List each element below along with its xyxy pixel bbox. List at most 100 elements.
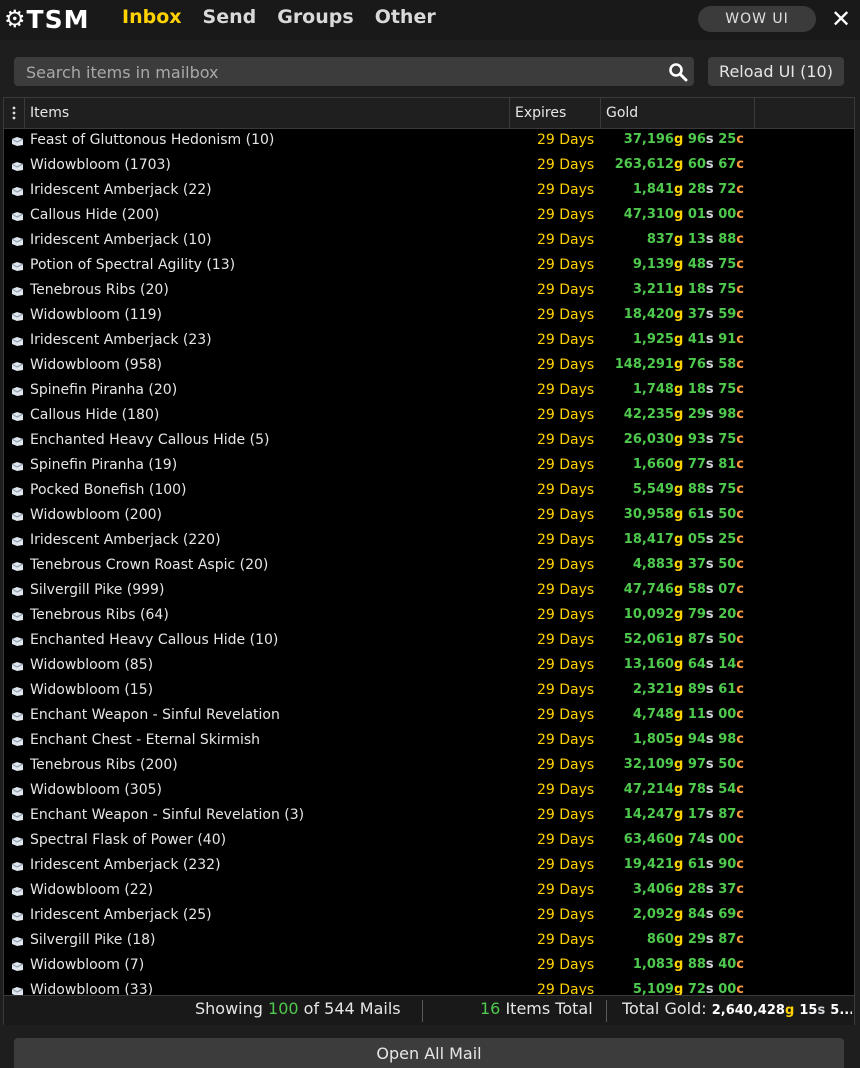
- envelope-icon: [11, 312, 24, 321]
- table-row[interactable]: Enchanted Heavy Callous Hide (10) 29 Days…: [4, 629, 854, 654]
- table-row[interactable]: Callous Hide (180) 29 Days 42,235g 29s 98c: [4, 404, 854, 429]
- table-row[interactable]: Spinefin Piranha (20) 29 Days 1,748g 18s 7…: [4, 379, 854, 404]
- item-name: Callous Hide (200): [30, 207, 160, 223]
- copper-unit: c: [736, 532, 744, 547]
- silver-unit: s: [705, 682, 714, 697]
- silver-unit: s: [705, 632, 714, 647]
- search-icon[interactable]: [668, 62, 688, 82]
- table-row[interactable]: Widowbloom (85) 29 Days 13,160g 64s 14c: [4, 654, 854, 679]
- table-row[interactable]: Silvergill Pike (18) 29 Days 860g 29s 87c: [4, 929, 854, 954]
- open-all-mail-button[interactable]: Open All Mail: [14, 1038, 844, 1068]
- silver-unit: s: [705, 932, 714, 947]
- copper-unit: c: [736, 607, 744, 622]
- copper-unit: c: [736, 232, 744, 247]
- copper-amount: 50: [718, 557, 737, 572]
- copper-amount: 50: [718, 632, 737, 647]
- table-row[interactable]: Feast of Gluttonous Hedonism (10) 29 Days…: [4, 129, 854, 154]
- gold-amount: 42,235: [623, 407, 674, 422]
- table-row[interactable]: Enchant Weapon - Sinful Revelation (3) 29…: [4, 804, 854, 829]
- table-row[interactable]: Iridescent Amberjack (25) 29 Days 2,092g 8…: [4, 904, 854, 929]
- wow-ui-button[interactable]: WOW UI: [698, 6, 816, 32]
- item-name: Pocked Bonefish (100): [30, 482, 187, 498]
- gold-value: 1,925g 41s 91c: [633, 332, 744, 347]
- table-row[interactable]: Iridescent Amberjack (232) 29 Days 19,421g…: [4, 854, 854, 879]
- envelope-icon: [11, 612, 24, 621]
- copper-amount: 81: [718, 457, 737, 472]
- gold-amount: 13,160: [623, 657, 674, 672]
- table-row[interactable]: Widowbloom (33) 29 Days 5,109g 72s 00c: [4, 979, 854, 995]
- envelope-icon: [11, 737, 24, 746]
- expires-value: 29 Days: [537, 807, 595, 823]
- tab-groups[interactable]: Groups: [277, 6, 353, 28]
- copper-amount: 00: [718, 707, 737, 722]
- column-menu-button[interactable]: [4, 98, 25, 128]
- tsm-logo: ⚙ TSM: [4, 4, 89, 34]
- gold-unit: g: [673, 957, 684, 972]
- tab-inbox[interactable]: Inbox: [122, 6, 182, 28]
- column-header-expires[interactable]: Expires: [510, 98, 601, 128]
- silver-amount: 28: [687, 882, 706, 897]
- table-row[interactable]: Enchanted Heavy Callous Hide (5) 29 Days 2…: [4, 429, 854, 454]
- table-row[interactable]: Widowbloom (305) 29 Days 47,214g 78s 54c: [4, 779, 854, 804]
- table-row[interactable]: Potion of Spectral Agility (13) 29 Days 9,…: [4, 254, 854, 279]
- gold-value: 18,417g 05s 25c: [624, 532, 744, 547]
- gold-amount: 1,805: [632, 732, 674, 747]
- gold-value: 2,092g 84s 69c: [633, 907, 744, 922]
- expires-value: 29 Days: [537, 207, 595, 223]
- table-row[interactable]: Callous Hide (200) 29 Days 47,310g 01s 00c: [4, 204, 854, 229]
- table-row[interactable]: Iridescent Amberjack (220) 29 Days 18,417g…: [4, 529, 854, 554]
- envelope-icon: [11, 637, 24, 646]
- table-row[interactable]: Iridescent Amberjack (10) 29 Days 837g 13s…: [4, 229, 854, 254]
- table-row[interactable]: Silvergill Pike (999) 29 Days 47,746g 58s …: [4, 579, 854, 604]
- gold-unit: g: [673, 432, 684, 447]
- table-row[interactable]: Spinefin Piranha (19) 29 Days 1,660g 77s 8…: [4, 454, 854, 479]
- table-row[interactable]: Enchant Chest - Eternal Skirmish 29 Days 1…: [4, 729, 854, 754]
- footer-divider: [422, 1000, 423, 1022]
- table-row[interactable]: Iridescent Amberjack (22) 29 Days 1,841g 2…: [4, 179, 854, 204]
- silver-unit: s: [705, 407, 714, 422]
- table-row[interactable]: Widowbloom (22) 29 Days 3,406g 28s 37c: [4, 879, 854, 904]
- table-row[interactable]: Widowbloom (119) 29 Days 18,420g 37s 59c: [4, 304, 854, 329]
- table-row[interactable]: Tenebrous Ribs (20) 29 Days 3,211g 18s 75c: [4, 279, 854, 304]
- envelope-icon: [11, 212, 24, 221]
- tab-other[interactable]: Other: [375, 6, 436, 28]
- copper-unit: c: [736, 857, 744, 872]
- table-row[interactable]: Tenebrous Ribs (64) 29 Days 10,092g 79s 20…: [4, 604, 854, 629]
- gold-unit: g: [673, 607, 684, 622]
- close-icon[interactable]: ✕: [829, 5, 853, 33]
- table-row[interactable]: Tenebrous Ribs (200) 29 Days 32,109g 97s 5…: [4, 754, 854, 779]
- column-header-gold[interactable]: Gold: [601, 98, 755, 128]
- reload-ui-button[interactable]: Reload UI (10): [708, 57, 844, 86]
- envelope-icon: [11, 937, 24, 946]
- table-row[interactable]: Iridescent Amberjack (23) 29 Days 1,925g 4…: [4, 329, 854, 354]
- silver-amount: 18: [687, 382, 706, 397]
- item-name: Iridescent Amberjack (10): [30, 232, 212, 248]
- table-row[interactable]: Widowbloom (7) 29 Days 1,083g 88s 40c: [4, 954, 854, 979]
- gold-value: 47,214g 78s 54c: [624, 782, 744, 797]
- table-footer: Showing 100 of 544 Mails 16 Items Total …: [4, 995, 854, 1025]
- copper-unit: c: [736, 382, 744, 397]
- gold-value: 1,841g 28s 72c: [633, 182, 744, 197]
- table-row[interactable]: Tenebrous Crown Roast Aspic (20) 29 Days 4…: [4, 554, 854, 579]
- gold-amount: 2,092: [632, 907, 674, 922]
- column-header-items[interactable]: Items: [25, 98, 510, 128]
- expires-value: 29 Days: [537, 607, 595, 623]
- table-row[interactable]: Pocked Bonefish (100) 29 Days 5,549g 88s 7…: [4, 479, 854, 504]
- showing-count: 100: [268, 999, 299, 1018]
- gold-value: 3,211g 18s 75c: [633, 282, 744, 297]
- gold-amount: 4,883: [632, 557, 674, 572]
- table-row[interactable]: Widowbloom (15) 29 Days 2,321g 89s 61c: [4, 679, 854, 704]
- table-row[interactable]: Widowbloom (958) 29 Days 148,291g 76s 58c: [4, 354, 854, 379]
- table-row[interactable]: Widowbloom (200) 29 Days 30,958g 61s 50c: [4, 504, 854, 529]
- tab-send[interactable]: Send: [203, 6, 257, 28]
- envelope-icon: [11, 262, 24, 271]
- item-name: Callous Hide (180): [30, 407, 160, 423]
- silver-unit: s: [817, 1003, 826, 1018]
- silver-amount: 88: [687, 482, 706, 497]
- silver-unit: s: [705, 282, 714, 297]
- search-input[interactable]: [24, 57, 668, 88]
- table-row[interactable]: Spectral Flask of Power (40) 29 Days 63,46…: [4, 829, 854, 854]
- table-row[interactable]: Widowbloom (1703) 29 Days 263,612g 60s 67c: [4, 154, 854, 179]
- expires-value: 29 Days: [537, 707, 595, 723]
- table-row[interactable]: Enchant Weapon - Sinful Revelation 29 Day…: [4, 704, 854, 729]
